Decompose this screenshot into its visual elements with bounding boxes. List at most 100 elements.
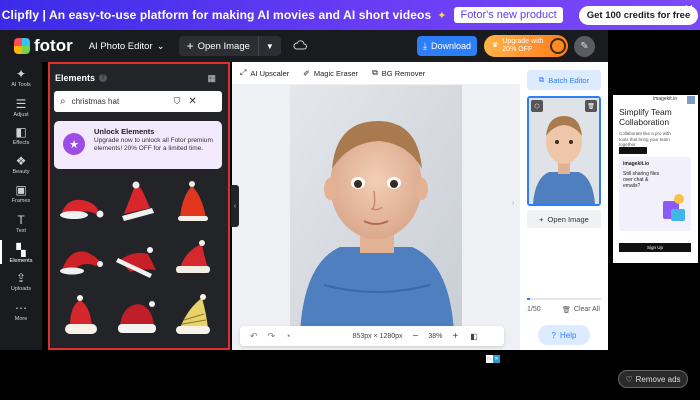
editing-canvas[interactable] [232, 84, 520, 350]
ai-upscaler-button[interactable]: ⤢ AI Upscaler [240, 68, 289, 78]
cloud-icon[interactable] [293, 37, 307, 55]
toddler-photo[interactable] [290, 85, 462, 333]
zoom-level[interactable]: 38% [428, 333, 442, 340]
rail-item-text[interactable]: T Text [0, 214, 42, 234]
logo-text: fotor [34, 36, 73, 55]
rail-item-uploads[interactable]: ⇪ Uploads [0, 272, 42, 292]
fotor-logo[interactable]: fotor [14, 36, 73, 56]
avatar[interactable]: ✎ [574, 36, 595, 57]
plus-icon: + [186, 39, 194, 53]
history-open-image-label: Open Image [547, 214, 589, 224]
redo-icon[interactable]: ↷ [268, 331, 276, 342]
santa-hat-element[interactable] [112, 234, 162, 284]
clear-all-label: Clear All [573, 306, 600, 313]
bg-remover-button[interactable]: ⧉ BG Remover [372, 68, 425, 78]
rail-label: Text [15, 228, 27, 234]
rail-item-effects[interactable]: ◧ Effects [0, 126, 42, 146]
image-thumbnail[interactable]: ⬡ 🗑 [527, 96, 601, 206]
image-size-readout: 853px × 1280px [352, 332, 403, 340]
santa-hat-element[interactable] [56, 290, 106, 340]
ad-card-brand: imagekit.io [623, 161, 650, 167]
rail-item-elements[interactable]: ▚ Elements [0, 240, 42, 264]
remove-ads-button[interactable]: ♡ Remove ads [618, 370, 688, 388]
bg-remover-label: BG Remover [381, 68, 426, 78]
rail-label: More [14, 316, 28, 322]
crown-icon: ♛ [492, 42, 499, 49]
santa-hat-element[interactable] [168, 178, 218, 228]
ad-small-button[interactable] [619, 147, 647, 154]
panel-title: Elements ? [55, 73, 108, 83]
undo-icon[interactable]: ↶ [250, 331, 258, 342]
ad-choices-icon[interactable] [687, 96, 695, 104]
history-open-image-button[interactable]: + Open Image [527, 210, 601, 228]
elements-icon: ▚ [16, 243, 26, 257]
santa-hat-element[interactable] [112, 290, 162, 340]
logo-icon [14, 38, 30, 54]
sidebar-ad[interactable]: imagekit.io Simplify Team Collaboration … [613, 95, 698, 263]
trash-icon: 🗑 [562, 307, 571, 314]
remove-ads-label: Remove ads [635, 374, 681, 384]
grid-view-icon[interactable]: ▦ [207, 73, 216, 84]
help-icon: ? [551, 330, 556, 340]
santa-hat-element[interactable] [56, 178, 106, 228]
delete-icon[interactable]: 🗑 [585, 100, 597, 112]
history-progress [527, 298, 601, 300]
fotor-editor-page: Clipfly | An easy-to-use platform for ma… [0, 0, 700, 400]
promo-link[interactable]: Fotor's new product [454, 7, 563, 23]
ad-signup-button[interactable]: Sign Up [619, 243, 691, 252]
history-icon[interactable]: ◔ [285, 331, 290, 341]
upgrade-button[interactable]: ♛ Upgrade with 20% OFF [484, 35, 568, 57]
rail-item-adjust[interactable]: ☰ Adjust [0, 98, 42, 118]
expand-right-handle[interactable]: › [512, 200, 514, 207]
unlock-elements-banner[interactable]: ★ Unlock Elements Upgrade now to unlock … [54, 121, 222, 169]
chevron-down-icon[interactable]: ▼ [257, 36, 281, 56]
search-input[interactable] [71, 97, 172, 106]
close-icon[interactable]: ✕ [684, 2, 694, 16]
rail-item-beauty[interactable]: ❖ Beauty [0, 155, 42, 175]
rail-item-ai-tools[interactable]: ✦ AI Tools [0, 68, 42, 88]
zoom-in-button[interactable]: + [452, 331, 458, 342]
ad-choices-badge[interactable]: ▷ ✕ [486, 355, 500, 363]
rail-item-frames[interactable]: ▣ Frames [0, 184, 42, 204]
ad-card-text: Still sharing files over chat & emails? [623, 171, 660, 189]
clear-all-button[interactable]: 🗑 Clear All [562, 306, 600, 314]
download-icon: ⤓ [422, 40, 427, 51]
history-panel: ⧉ Batch Editor ⬡ 🗑 + Open Image 1/50 🗑 C [520, 62, 608, 350]
santa-hat-element[interactable] [112, 178, 162, 228]
clear-search-icon[interactable]: ✕ [188, 96, 196, 107]
pumpkin-icon [550, 38, 566, 54]
ad-body: Collaborate like a pro with tools that b… [619, 131, 671, 147]
magic-eraser-button[interactable]: ✐ Magic Eraser [303, 69, 358, 78]
promo-banner[interactable]: Clipfly | An easy-to-use platform for ma… [0, 0, 700, 30]
rail-item-more[interactable]: ⋯ More [0, 302, 42, 322]
panel-title-text: Elements [55, 73, 96, 83]
uploads-icon: ⇪ [15, 271, 27, 285]
promo-text: Clipfly | An easy-to-use platform for ma… [1, 8, 432, 22]
rail-label: Adjust [13, 112, 29, 118]
info-icon[interactable]: ? [99, 74, 108, 82]
filter-icon[interactable]: ⛉ [174, 96, 181, 107]
layers-icon[interactable]: ⬡ [531, 100, 543, 112]
open-image-button[interactable]: + Open Image ▼ [178, 36, 281, 56]
ad-brand: imagekit.io [653, 96, 677, 102]
user-icon: ✎ [580, 41, 589, 52]
ad-headline: Simplify Team Collaboration [619, 107, 672, 127]
compare-icon[interactable]: ◧ [470, 332, 478, 341]
ad-close-icon: ✕ [493, 355, 500, 363]
batch-editor-button[interactable]: ⧉ Batch Editor [527, 70, 601, 90]
download-button[interactable]: ⤓ Download [417, 36, 477, 56]
ad-card: imagekit.io Still sharing files over cha… [619, 157, 691, 231]
editor-mode-dropdown[interactable]: AI Photo Editor ⌄ [89, 41, 165, 52]
get-credits-button[interactable]: Get 100 credits for free [578, 5, 699, 25]
party-hat-element[interactable] [168, 290, 218, 340]
rail-label: AI Tools [11, 82, 31, 88]
sparkle-icon: ✦ [437, 9, 447, 22]
collapse-panel-handle[interactable]: ‹ [231, 185, 239, 227]
santa-hat-element[interactable] [56, 234, 106, 284]
adjust-icon: ☰ [15, 97, 27, 111]
santa-hat-element[interactable] [168, 234, 218, 284]
zoom-out-button[interactable]: − [413, 331, 419, 342]
upgrade-label: Upgrade with 20% OFF [502, 38, 543, 54]
left-tool-rail: ✦ AI Tools ☰ Adjust ◧ Effects ❖ Beauty ▣… [0, 62, 42, 350]
help-button[interactable]: ? Help [538, 325, 590, 345]
